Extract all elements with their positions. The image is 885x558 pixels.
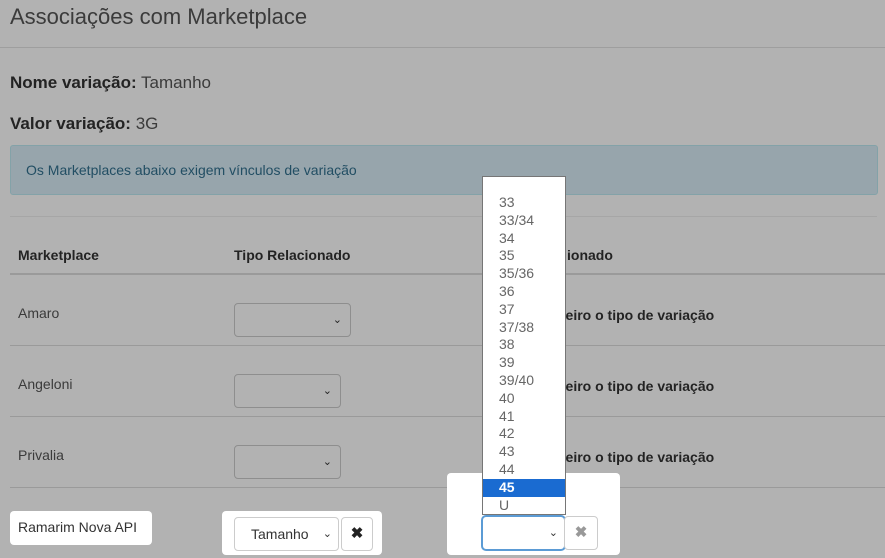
dropdown-option[interactable]: 36 — [483, 283, 565, 301]
marketplace-name-ramarim: Ramarim Nova API — [10, 511, 152, 545]
size-select-ramarim[interactable]: ⌄ — [482, 516, 565, 550]
remove-tipo-button[interactable]: ✖ — [341, 517, 373, 551]
dropdown-option[interactable]: 42 — [483, 425, 565, 443]
dropdown-option[interactable]: 37 — [483, 301, 565, 319]
dropdown-option[interactable]: 40 — [483, 390, 565, 408]
dropdown-option[interactable]: 34 — [483, 230, 565, 248]
dropdown-option[interactable]: 38 — [483, 336, 565, 354]
chevron-down-icon: ⌄ — [322, 528, 332, 540]
dropdown-option[interactable]: 33 — [483, 194, 565, 212]
remove-size-button[interactable]: ✖ — [564, 516, 598, 550]
dropdown-option[interactable]: 41 — [483, 408, 565, 426]
tour-overlay — [0, 0, 885, 558]
chevron-down-icon: ⌄ — [548, 527, 558, 539]
tipo-select-value: Tamanho — [251, 526, 309, 542]
size-dropdown-list[interactable]: 33 33/34 34 35 35/36 36 37 37/38 38 39 3… — [482, 176, 566, 515]
dropdown-option[interactable]: 35 — [483, 247, 565, 265]
dropdown-option[interactable]: 33/34 — [483, 212, 565, 230]
dropdown-option[interactable]: U — [483, 497, 565, 515]
dropdown-option[interactable]: 39/40 — [483, 372, 565, 390]
dropdown-option[interactable]: 37/38 — [483, 319, 565, 337]
dropdown-option[interactable]: 44 — [483, 461, 565, 479]
dropdown-option[interactable]: 39 — [483, 354, 565, 372]
tipo-select-highlight: Tamanho ⌄ ✖ — [222, 511, 382, 555]
tipo-select-ramarim[interactable]: Tamanho ⌄ — [234, 517, 339, 551]
dropdown-option[interactable]: 35/36 — [483, 265, 565, 283]
dropdown-option[interactable] — [483, 177, 565, 194]
dropdown-option-selected[interactable]: 45 — [483, 478, 565, 497]
dropdown-option[interactable]: 43 — [483, 443, 565, 461]
